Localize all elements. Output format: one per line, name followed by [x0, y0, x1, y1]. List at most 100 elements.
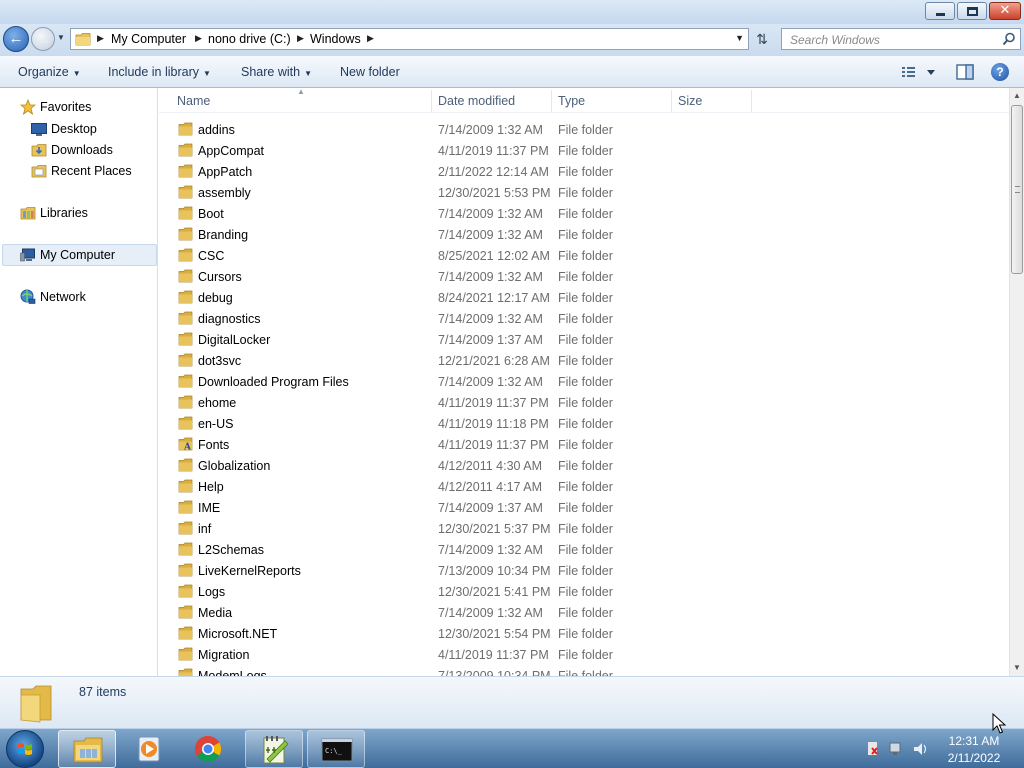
breadcrumb-separator-icon[interactable]: ▶ — [367, 33, 374, 44]
file-date-modified: 7/14/2009 1:32 AM — [438, 270, 543, 284]
column-divider[interactable] — [431, 90, 432, 112]
file-date-modified: 7/14/2009 1:32 AM — [438, 375, 543, 389]
file-row[interactable]: Logs 12/30/2021 5:41 PM File folder — [159, 581, 1009, 602]
column-header-date-modified[interactable]: Date modified — [438, 94, 515, 108]
maximize-button[interactable] — [957, 2, 987, 20]
share-with-button[interactable]: Share with ▼ — [241, 65, 312, 79]
file-row[interactable]: dot3svc 12/21/2021 6:28 AM File folder — [159, 350, 1009, 371]
column-header-name[interactable]: Name — [177, 94, 210, 108]
file-row[interactable]: inf 12/30/2021 5:37 PM File folder — [159, 518, 1009, 539]
breadcrumb-separator-icon[interactable]: ▶ — [297, 33, 304, 44]
folder-icon — [178, 647, 193, 661]
file-name: LiveKernelReports — [198, 564, 301, 578]
scroll-thumb[interactable] — [1011, 105, 1023, 274]
file-row[interactable]: IME 7/14/2009 1:37 AM File folder — [159, 497, 1009, 518]
folder-icon — [178, 668, 193, 676]
start-button[interactable] — [6, 730, 44, 768]
vertical-scrollbar[interactable]: ▲ ▼ — [1009, 88, 1024, 676]
taskbar-command-prompt[interactable]: C:\_ — [307, 730, 365, 768]
minimize-button[interactable] — [925, 2, 955, 20]
volume-icon[interactable] — [914, 743, 927, 755]
file-row[interactable]: Downloaded Program Files 7/14/2009 1:32 A… — [159, 371, 1009, 392]
forward-button[interactable]: → — [31, 27, 55, 51]
include-in-library-button[interactable]: Include in library ▼ — [108, 65, 211, 79]
folder-icon — [178, 185, 193, 199]
file-row[interactable]: L2Schemas 7/14/2009 1:32 AM File folder — [159, 539, 1009, 560]
file-type: File folder — [558, 333, 613, 347]
nav-label: My Computer — [40, 248, 116, 262]
taskbar-notepad-plus-plus[interactable] — [245, 730, 303, 768]
breadcrumb-my-computer[interactable]: My Computer — [111, 32, 186, 46]
share-with-label: Share with — [241, 65, 301, 79]
help-button[interactable]: ? — [991, 63, 1009, 81]
address-bar[interactable]: ▶ My Computer ▶ nono drive (C:) ▶ Window… — [70, 28, 749, 50]
close-button[interactable]: ✕ — [989, 2, 1021, 20]
breadcrumb-separator-icon[interactable]: ▶ — [195, 33, 202, 44]
column-header-type[interactable]: Type — [558, 94, 585, 108]
file-date-modified: 7/14/2009 1:32 AM — [438, 606, 543, 620]
column-divider[interactable] — [551, 90, 552, 112]
file-row[interactable]: debug 8/24/2021 12:17 AM File folder — [159, 287, 1009, 308]
nav-label: Network — [40, 290, 86, 304]
file-row[interactable]: Branding 7/14/2009 1:32 AM File folder — [159, 224, 1009, 245]
taskbar-media-player[interactable] — [120, 730, 178, 768]
recent-pages-dropdown[interactable]: ▼ — [57, 33, 67, 43]
folder-icon — [20, 685, 52, 723]
refresh-button[interactable]: ⇅ — [751, 30, 773, 48]
folder-icon — [178, 164, 193, 178]
taskbar-chrome[interactable] — [179, 730, 237, 768]
file-row[interactable]: Cursors 7/14/2009 1:32 AM File folder — [159, 266, 1009, 287]
file-date-modified: 12/30/2021 5:37 PM — [438, 522, 551, 536]
preview-pane-icon[interactable] — [956, 64, 974, 80]
file-row[interactable]: LiveKernelReports 7/13/2009 10:34 PM File … — [159, 560, 1009, 581]
file-row[interactable]: AppCompat 4/11/2019 11:37 PM File folder — [159, 140, 1009, 161]
column-header-size[interactable]: Size — [678, 94, 702, 108]
address-dropdown-icon[interactable]: ▼ — [735, 33, 744, 43]
file-row[interactable]: Microsoft.NET 12/30/2021 5:54 PM File fold… — [159, 623, 1009, 644]
folder-icon — [178, 479, 193, 493]
scroll-down-button[interactable]: ▼ — [1010, 660, 1024, 676]
fonts-folder-icon: A — [178, 437, 193, 451]
search-icon[interactable] — [1002, 32, 1016, 46]
network-status-icon[interactable] — [889, 742, 901, 755]
column-divider[interactable] — [751, 90, 752, 112]
clock-time[interactable]: 12:31 AM — [930, 734, 1018, 748]
file-row[interactable]: en-US 4/11/2019 11:18 PM File folder — [159, 413, 1009, 434]
file-row[interactable]: Migration 4/11/2019 11:37 PM File folder — [159, 644, 1009, 665]
breadcrumb-windows[interactable]: Windows — [310, 32, 361, 46]
file-row[interactable]: assembly 12/30/2021 5:53 PM File folder — [159, 182, 1009, 203]
file-date-modified: 8/24/2021 12:17 AM — [438, 291, 550, 305]
file-row[interactable]: ModemLogs 7/13/2009 10:34 PM File folder — [159, 665, 1009, 676]
column-divider[interactable] — [671, 90, 672, 112]
search-input[interactable]: Search Windows — [781, 28, 1021, 50]
computer-icon — [20, 248, 35, 262]
system-tray-icons[interactable] — [866, 740, 932, 758]
recent-places-icon — [31, 165, 47, 178]
breadcrumb-separator-icon[interactable]: ▶ — [97, 33, 104, 44]
breadcrumb-drive-c[interactable]: nono drive (C:) — [208, 32, 291, 46]
file-row[interactable]: Boot 7/14/2009 1:32 AM File folder — [159, 203, 1009, 224]
new-folder-button[interactable]: New folder — [340, 65, 400, 79]
column-header-row: ▲ Name Date modified Type Size — [159, 88, 1009, 113]
action-center-flag-icon[interactable] — [868, 742, 878, 755]
back-button[interactable]: ← — [3, 26, 29, 52]
file-type: File folder — [558, 648, 613, 662]
file-row[interactable]: Media 7/14/2009 1:32 AM File folder — [159, 602, 1009, 623]
file-row[interactable]: AppPatch 2/11/2022 12:14 AM File folder — [159, 161, 1009, 182]
scroll-up-button[interactable]: ▲ — [1010, 88, 1024, 104]
file-row[interactable]: addins 7/14/2009 1:32 AM File folder — [159, 119, 1009, 140]
file-row[interactable]: ehome 4/11/2019 11:37 PM File folder — [159, 392, 1009, 413]
file-list[interactable]: ▲ Name Date modified Type Size addins 7/1… — [159, 88, 1009, 676]
file-row[interactable]: Globalization 4/12/2011 4:30 AM File folde… — [159, 455, 1009, 476]
maximize-icon — [967, 7, 978, 16]
file-row[interactable]: Help 4/12/2011 4:17 AM File folder — [159, 476, 1009, 497]
file-row[interactable]: diagnostics 7/14/2009 1:32 AM File folder — [159, 308, 1009, 329]
clock-date[interactable]: 2/11/2022 — [930, 751, 1018, 765]
organize-button[interactable]: Organize ▼ — [18, 65, 81, 79]
file-row[interactable]: DigitalLocker 7/14/2009 1:37 AM File folde… — [159, 329, 1009, 350]
file-row[interactable]: A Fonts 4/11/2019 11:37 PM File folder — [159, 434, 1009, 455]
folder-icon — [178, 374, 193, 388]
file-row[interactable]: CSC 8/25/2021 12:02 AM File folder — [159, 245, 1009, 266]
taskbar-windows-explorer[interactable] — [58, 730, 116, 768]
change-view-icon[interactable] — [900, 64, 940, 80]
